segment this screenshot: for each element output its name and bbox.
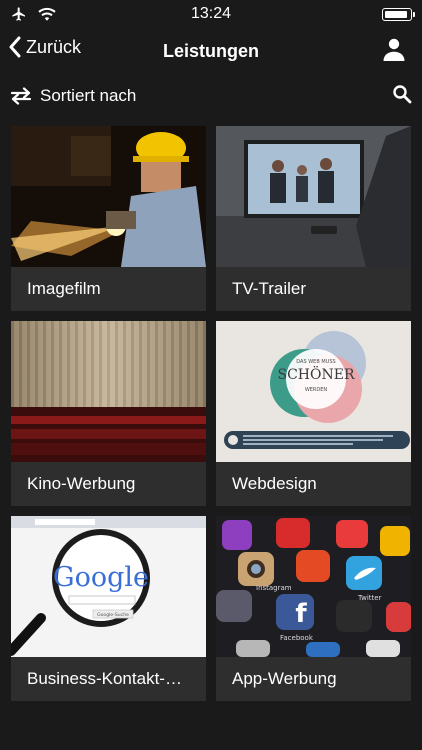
tile-label: App-Werbung	[232, 669, 337, 688]
battery-level	[385, 10, 407, 18]
tile-kino-werbung[interactable]: Kino-Werbung	[11, 321, 206, 506]
tile-image-tv	[216, 126, 411, 267]
tile-label: Imagefilm	[27, 279, 101, 298]
tile-label: TV-Trailer	[232, 279, 306, 298]
tile-image-webdesign: DAS WEB MUSS SCHÖNER WERDEN	[216, 321, 411, 462]
search-button[interactable]	[392, 84, 412, 109]
webdesign-line3: WERDEN	[305, 387, 328, 393]
profile-button[interactable]	[382, 37, 406, 66]
tile-label: Kino-Werbung	[27, 474, 136, 493]
tile-image-cinema	[11, 321, 206, 462]
status-bar: 13:24	[0, 0, 422, 28]
services-grid: Imagefilm TV-Trailer Kino-Werbung DAS WE…	[11, 126, 412, 701]
app-label-instagram: Instagram	[256, 584, 292, 592]
google-logo-text: Google	[53, 562, 149, 593]
sort-bar: Sortiert nach	[0, 74, 422, 118]
google-button-text: Google-Suche	[97, 612, 129, 618]
tile-webdesign[interactable]: DAS WEB MUSS SCHÖNER WERDEN Webdesign	[216, 321, 411, 506]
swap-arrows-icon	[10, 87, 32, 105]
user-icon	[383, 38, 405, 61]
tile-image-google: Google Google-Suche	[11, 516, 206, 657]
tile-imagefilm[interactable]: Imagefilm	[11, 126, 206, 311]
battery-icon	[382, 7, 415, 21]
search-icon	[393, 85, 412, 104]
status-time: 13:24	[190, 5, 232, 22]
webdesign-line2: SCHÖNER	[278, 365, 355, 383]
tile-image-welder	[11, 126, 206, 267]
nav-bar: Zurück Leistungen	[0, 28, 422, 74]
app-label-facebook: Facebook	[280, 634, 314, 642]
sort-label: Sortiert nach	[40, 86, 137, 105]
chevron-left-icon	[9, 36, 21, 58]
back-button[interactable]: Zurück	[8, 36, 81, 58]
svg-text:f: f	[295, 599, 307, 629]
back-label: Zurück	[26, 36, 82, 57]
sort-button[interactable]: Sortiert nach	[10, 86, 136, 106]
tile-tv-trailer[interactable]: TV-Trailer	[216, 126, 411, 311]
tile-label: Webdesign	[232, 474, 317, 493]
tile-business-kontakt[interactable]: Google Google-Suche Business-Kontakt-…	[11, 516, 206, 701]
tile-label: Business-Kontakt-…	[27, 669, 182, 688]
page-title: Leistungen	[162, 40, 259, 61]
webdesign-line1: DAS WEB MUSS	[296, 359, 335, 365]
app-label-twitter: Twitter	[357, 594, 382, 602]
tile-image-apps: f Instagram Facebook Twitter	[216, 516, 411, 657]
tile-app-werbung[interactable]: f Instagram Facebook Twitter App-Werbung	[216, 516, 411, 701]
